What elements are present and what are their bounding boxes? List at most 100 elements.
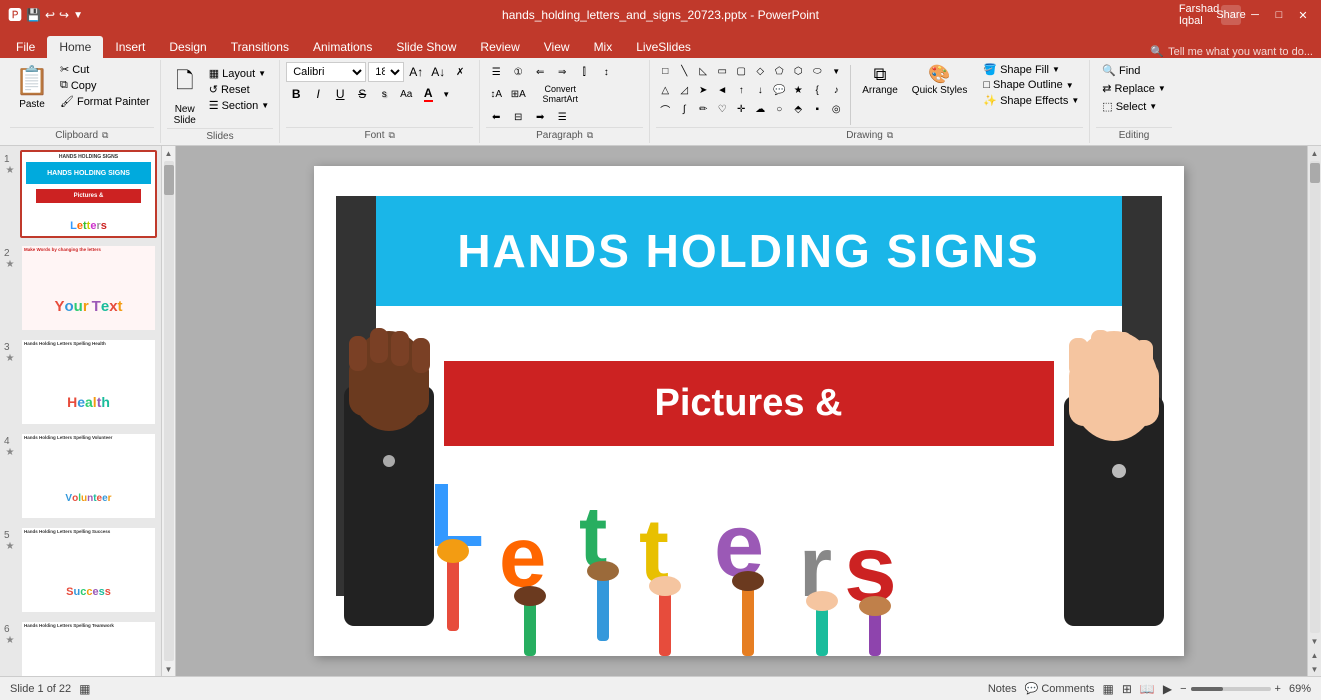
- font-color-button[interactable]: A: [418, 84, 438, 104]
- select-button[interactable]: ⬚ Select ▼: [1096, 98, 1172, 115]
- redo-icon[interactable]: ↪: [59, 8, 69, 22]
- increase-indent-button[interactable]: ⇒: [552, 62, 572, 82]
- align-text-button[interactable]: ⊞A: [508, 84, 528, 104]
- comments-button[interactable]: 💬 Comments: [1025, 682, 1095, 695]
- canvas-scroll-btn1[interactable]: ▲: [1308, 648, 1321, 662]
- paragraph-expand-icon[interactable]: ⧉: [587, 130, 593, 141]
- slide-thumb-3[interactable]: 3 ★ Hands Holding Letters Spelling Healt…: [4, 338, 157, 426]
- view-reading-icon[interactable]: 📖: [1140, 682, 1155, 696]
- slide-img-3[interactable]: Hands Holding Letters Spelling Health He…: [20, 338, 157, 426]
- section-button[interactable]: ☰ Section ▼: [205, 98, 274, 113]
- tab-home[interactable]: Home: [47, 36, 103, 58]
- justify-button[interactable]: ☰: [552, 107, 572, 127]
- slide-thumb-5[interactable]: 5 ★ Hands Holding Letters Spelling Succe…: [4, 526, 157, 614]
- slide-img-2[interactable]: Make Words by changing the letters Your …: [20, 244, 157, 332]
- clipboard-expand-icon[interactable]: ⧉: [102, 130, 108, 141]
- new-slide-button[interactable]: 🗋 New Slide: [167, 62, 203, 128]
- font-family-select[interactable]: Calibri: [286, 62, 366, 82]
- slide-scroll-track[interactable]: [164, 161, 174, 661]
- underline-button[interactable]: U: [330, 84, 350, 104]
- slide-thumb-4[interactable]: 4 ★ Hands Holding Letters Spelling Volun…: [4, 432, 157, 520]
- customize-icon[interactable]: ▼: [73, 10, 83, 21]
- find-button[interactable]: 🔍 Find: [1096, 62, 1172, 79]
- increase-font-button[interactable]: A↑: [406, 62, 426, 82]
- shape-arrow-r[interactable]: ➤: [694, 81, 712, 99]
- save-icon[interactable]: 💾: [26, 8, 41, 22]
- shape-snip[interactable]: ⬘: [789, 100, 807, 118]
- canvas-scroll-up[interactable]: ▲: [1308, 146, 1321, 160]
- slide-scroll-down[interactable]: ▼: [162, 662, 176, 676]
- shape-cube[interactable]: ▪: [808, 100, 826, 118]
- arrange-button[interactable]: ⧉ Arrange: [856, 62, 904, 98]
- shape-outline-button[interactable]: □ Shape Outline ▼: [979, 78, 1083, 92]
- tab-insert[interactable]: Insert: [103, 36, 157, 58]
- font-expand-icon[interactable]: ⧉: [389, 130, 395, 141]
- tab-review[interactable]: Review: [468, 36, 531, 58]
- tab-view[interactable]: View: [532, 36, 582, 58]
- strikethrough-button[interactable]: S: [352, 84, 372, 104]
- align-right-button[interactable]: ➡: [530, 107, 550, 127]
- shape-rect2[interactable]: ▭: [713, 62, 731, 80]
- shape-callout[interactable]: 💬: [770, 81, 788, 99]
- shape-rect[interactable]: □: [656, 62, 674, 80]
- drawing-expand-icon[interactable]: ⧉: [887, 130, 893, 141]
- canvas-scroll-thumb[interactable]: [1310, 163, 1320, 183]
- tab-liveslides[interactable]: LiveSlides: [624, 36, 703, 58]
- text-direction-button[interactable]: ↕A: [486, 84, 506, 104]
- shape-bracket[interactable]: {: [808, 81, 826, 99]
- cut-button[interactable]: ✂ Cut: [56, 62, 154, 77]
- shape-tri[interactable]: △: [656, 81, 674, 99]
- numbering-button[interactable]: ①: [508, 62, 528, 82]
- canvas-scroll-down[interactable]: ▼: [1308, 634, 1321, 648]
- tab-animations[interactable]: Animations: [301, 36, 384, 58]
- shape-rounded[interactable]: ▢: [732, 62, 750, 80]
- tab-mix[interactable]: Mix: [582, 36, 625, 58]
- case-button[interactable]: Aa: [396, 84, 416, 104]
- slide-img-1[interactable]: HANDS HOLDING SIGNS HANDS HOLDING SIGNS …: [20, 150, 157, 238]
- tab-file[interactable]: File: [4, 36, 47, 58]
- font-size-select[interactable]: 18: [368, 62, 404, 82]
- shadow-button[interactable]: s: [374, 84, 394, 104]
- slide-scroll-up[interactable]: ▲: [162, 146, 176, 160]
- decrease-font-button[interactable]: A↓: [428, 62, 448, 82]
- shape-fill-button[interactable]: 🪣 Shape Fill ▼: [979, 62, 1083, 77]
- shape-ring[interactable]: ○: [770, 100, 788, 118]
- notes-button[interactable]: Notes: [988, 683, 1017, 695]
- tell-me-box[interactable]: Tell me what you want to do...: [1168, 46, 1313, 58]
- bold-button[interactable]: B: [286, 84, 306, 104]
- slide-panel-scrollbar[interactable]: ▲ ▼: [161, 146, 175, 676]
- shape-donut[interactable]: ◎: [827, 100, 845, 118]
- canvas-scroll-btn2[interactable]: ▼: [1308, 662, 1321, 676]
- shape-more[interactable]: ▼: [827, 62, 845, 80]
- slide-scroll-thumb[interactable]: [164, 165, 174, 195]
- shape-arc[interactable]: ⌒: [656, 100, 674, 118]
- shape-star[interactable]: ★: [789, 81, 807, 99]
- shape-cylinder[interactable]: ⬭: [808, 62, 826, 80]
- reset-button[interactable]: ↺ Reset: [205, 82, 274, 97]
- zoom-slider[interactable]: [1191, 687, 1271, 691]
- bullets-button[interactable]: ☰: [486, 62, 506, 82]
- line-spacing-button[interactable]: ↕: [596, 62, 616, 82]
- minimize-button[interactable]: ─: [1245, 5, 1265, 25]
- italic-button[interactable]: I: [308, 84, 328, 104]
- maximize-button[interactable]: □: [1269, 5, 1289, 25]
- share-button[interactable]: Share: [1221, 5, 1241, 25]
- clear-format-button[interactable]: ✗: [450, 62, 470, 82]
- zoom-out-icon[interactable]: −: [1180, 683, 1186, 695]
- paste-button[interactable]: 📋 Paste: [10, 62, 54, 112]
- view-normal-icon[interactable]: ▦: [1103, 682, 1114, 696]
- slide-thumb-6[interactable]: 6 ★ Hands Holding Letters Spelling Teamw…: [4, 620, 157, 676]
- align-center-button[interactable]: ⊟: [508, 107, 528, 127]
- canvas-area[interactable]: HANDS HOLDING SIGNS: [176, 146, 1321, 676]
- shape-hexagon[interactable]: ⬡: [789, 62, 807, 80]
- copy-button[interactable]: ⧉ Copy: [56, 78, 154, 93]
- align-left-button[interactable]: ⬅: [486, 107, 506, 127]
- shape-effects-button[interactable]: ✨ Shape Effects ▼: [979, 93, 1083, 108]
- shape-arrow-u[interactable]: ↑: [732, 81, 750, 99]
- view-slideshow-icon[interactable]: ▶: [1163, 682, 1172, 696]
- shape-rtriangle[interactable]: ◺: [694, 62, 712, 80]
- format-painter-button[interactable]: 🖌 Format Painter: [56, 94, 154, 109]
- slide-thumb-1[interactable]: 1 ★ HANDS HOLDING SIGNS HANDS HOLDING SI…: [4, 150, 157, 238]
- shape-arrow-l[interactable]: ◄: [713, 81, 731, 99]
- zoom-percent[interactable]: 69%: [1289, 683, 1311, 695]
